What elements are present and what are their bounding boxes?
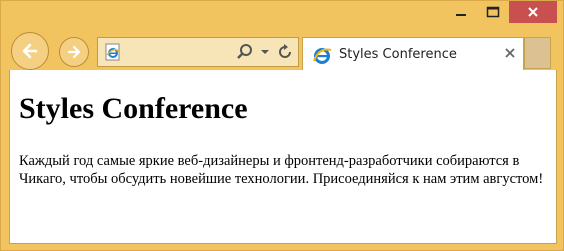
maximize-icon xyxy=(486,6,500,18)
tab-title: Styles Conference xyxy=(339,47,457,62)
search-icon[interactable] xyxy=(236,43,254,61)
page-content: Styles Conference Каждый год самые яркие… xyxy=(9,70,557,244)
maximize-button[interactable] xyxy=(477,1,509,23)
refresh-icon[interactable] xyxy=(276,43,294,61)
back-button[interactable] xyxy=(11,32,49,70)
back-arrow-icon xyxy=(22,43,38,59)
close-icon[interactable] xyxy=(503,46,517,60)
minimize-icon xyxy=(456,14,466,16)
page-paragraph: Каждый год самые яркие веб-дизайнеры и ф… xyxy=(19,153,544,187)
new-tab-button[interactable] xyxy=(524,37,551,69)
ie-logo-icon xyxy=(313,48,332,64)
address-tools xyxy=(236,43,294,61)
forward-button[interactable] xyxy=(59,37,89,67)
window-controls xyxy=(445,1,557,31)
browser-window: Styles Conference Styles Conference Кажд… xyxy=(0,0,564,251)
forward-arrow-icon xyxy=(67,45,81,59)
close-window-button[interactable] xyxy=(509,1,557,23)
close-icon xyxy=(528,7,538,17)
ie-logo-icon xyxy=(105,43,120,61)
minimize-button[interactable] xyxy=(445,1,477,23)
address-bar[interactable] xyxy=(97,37,299,67)
chevron-down-icon[interactable] xyxy=(260,43,270,61)
tab-styles-conference[interactable]: Styles Conference xyxy=(302,37,524,71)
page-heading: Styles Conference xyxy=(19,92,248,125)
